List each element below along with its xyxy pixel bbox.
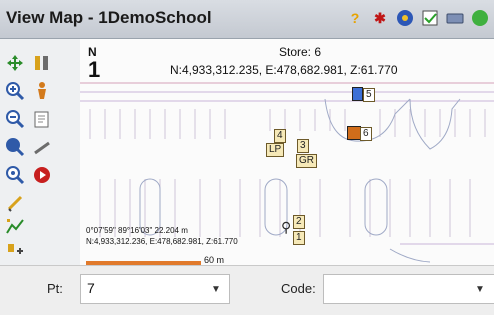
pt-value: 7 xyxy=(87,280,95,296)
green-icon[interactable] xyxy=(470,8,490,28)
left-toolbar xyxy=(0,39,80,265)
point-label: 1 xyxy=(296,232,302,243)
point-cross-icon[interactable] xyxy=(347,126,361,140)
point-marker[interactable]: 5 xyxy=(363,88,375,102)
pt-dropdown-button[interactable]: ▼ xyxy=(203,275,229,303)
zoom-previous-icon[interactable] xyxy=(3,163,27,187)
window-title: View Map - 1DemoSchool xyxy=(6,8,212,27)
point-marker[interactable]: LP xyxy=(266,143,285,157)
measure-icon[interactable] xyxy=(30,135,54,159)
edit-check-icon[interactable] xyxy=(420,8,440,28)
point-marker[interactable]: 1 xyxy=(293,231,305,245)
store-coords: N:4,933,312.235, E:478,682.981, Z:61.770 xyxy=(170,63,398,77)
surveyor-icon: ⚲ xyxy=(281,219,292,235)
point-marker[interactable]: 2 xyxy=(293,215,305,229)
record-icon[interactable] xyxy=(30,163,54,187)
tools-icon[interactable] xyxy=(30,51,54,75)
bottom-form: Pt: 7 ▼ Code: ▼ xyxy=(0,265,494,315)
zoom-out-icon[interactable] xyxy=(3,107,27,131)
notes-icon[interactable] xyxy=(30,107,54,131)
title-bar: View Map - 1DemoSchool ? ✱ xyxy=(0,0,494,39)
zoom-extents-icon[interactable] xyxy=(3,135,27,159)
pt-label: Pt: xyxy=(47,281,63,296)
zoom-in-icon[interactable] xyxy=(3,79,27,103)
point-marker[interactable]: 4 xyxy=(274,129,286,143)
pen-icon[interactable] xyxy=(3,191,27,215)
help-icon[interactable]: ? xyxy=(345,8,365,28)
point-icon[interactable] xyxy=(352,87,363,101)
person-icon[interactable] xyxy=(30,79,54,103)
scale-label: 60 m xyxy=(204,255,225,265)
point-marker[interactable]: GR xyxy=(296,154,317,168)
point-label: 4 xyxy=(277,130,283,141)
point-label: 6 xyxy=(363,128,369,139)
add-point-icon[interactable] xyxy=(3,239,27,263)
pan-icon[interactable] xyxy=(3,51,27,75)
angle-distance-text: 0°07'59" 89°16'03" 22.204 m xyxy=(86,226,188,235)
point-label: GR xyxy=(299,155,314,166)
point-label: 5 xyxy=(366,89,372,100)
point-label: LP xyxy=(269,144,282,155)
store-label: Store: 6 xyxy=(279,45,322,59)
settings-icon[interactable] xyxy=(395,8,415,28)
code-dropdown-button[interactable]: ▼ xyxy=(467,275,493,303)
north-value: 1 xyxy=(88,57,101,82)
code-label: Code: xyxy=(281,281,316,296)
point-label: 3 xyxy=(300,140,306,151)
coordinate-text: N:4,933,312.236, E:478,682.981, Z:61.770 xyxy=(86,237,238,246)
point-label: 2 xyxy=(296,216,302,227)
map-view[interactable]: N 1 Store: 6 N:4,933,312.235, E:478,682.… xyxy=(80,39,494,265)
profile-icon[interactable] xyxy=(3,215,27,239)
point-marker[interactable]: 6 xyxy=(360,127,372,141)
keyboard-icon[interactable] xyxy=(445,8,465,28)
point-marker[interactable]: 3 xyxy=(297,139,309,153)
star-snap-icon[interactable]: ✱ xyxy=(370,8,390,28)
